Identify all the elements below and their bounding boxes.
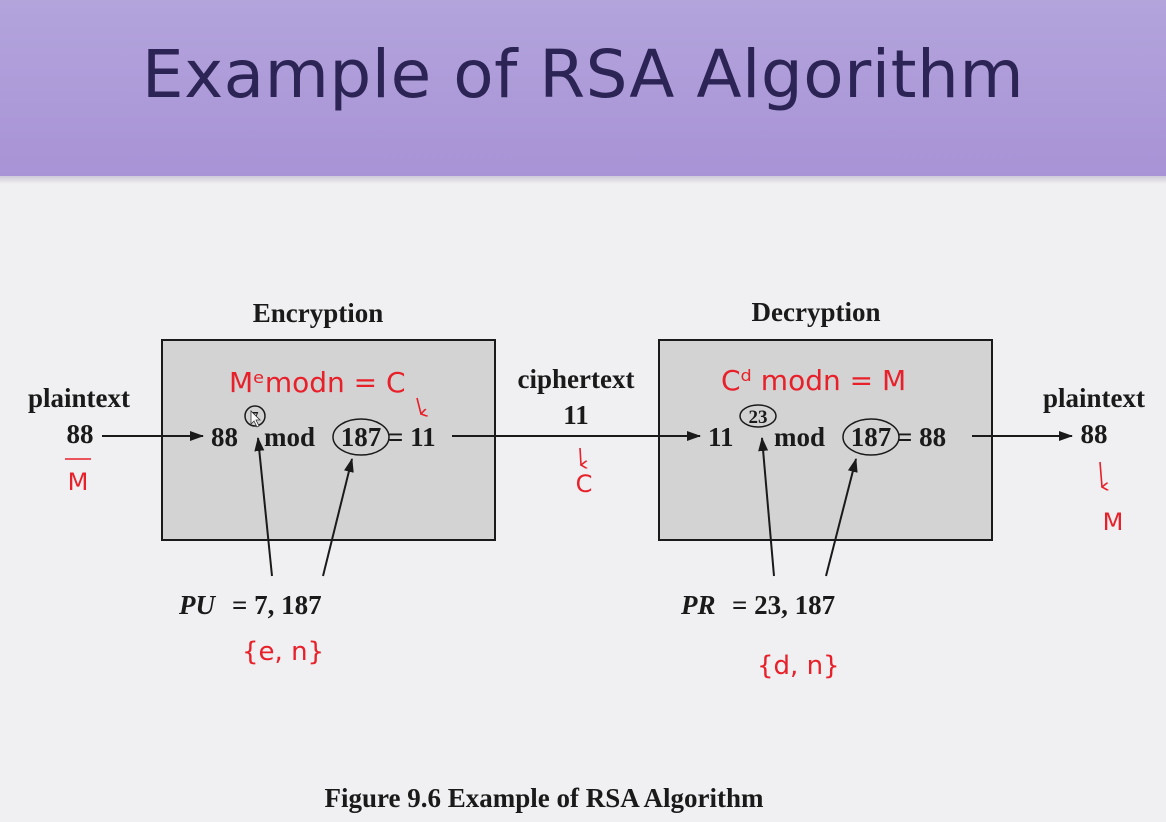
- cipher-down-arrow: [579, 447, 581, 465]
- dec-mod-word: mod: [774, 422, 825, 452]
- rsa-diagram: Encryption Decryption plaintext 88 88 7 …: [28, 297, 1145, 813]
- ciphertext-value: 11: [563, 400, 589, 430]
- enc-formula-annotation: Mᵉmodn = C: [229, 366, 406, 399]
- plaintext-m-annotation: M: [68, 468, 89, 496]
- pr-value: = 23, 187: [732, 590, 835, 620]
- left-plaintext-label: plaintext: [28, 383, 130, 413]
- dec-modulus: 187: [851, 422, 892, 452]
- pu-value: = 7, 187: [232, 590, 322, 620]
- output-m-annotation: M: [1103, 508, 1124, 536]
- pu-pair-annotation: {e, n}: [242, 637, 324, 667]
- pr-pair-annotation: {d, n}: [757, 651, 840, 681]
- enc-result: = 11: [388, 422, 436, 452]
- figure-caption: Figure 9.6 Example of RSA Algorithm: [324, 783, 764, 813]
- right-plaintext-label: plaintext: [1043, 383, 1145, 413]
- cipher-c-annotation: C: [576, 470, 593, 498]
- dec-base: 11: [708, 422, 734, 452]
- encryption-heading: Encryption: [253, 298, 384, 328]
- pr-label: PR: [680, 590, 716, 620]
- dec-exponent: 23: [749, 407, 768, 428]
- dec-result: = 88: [897, 422, 946, 452]
- enc-mod-word: mod: [264, 422, 315, 452]
- ciphertext-label: ciphertext: [518, 364, 635, 394]
- pu-label: PU: [178, 590, 216, 620]
- decryption-heading: Decryption: [752, 297, 881, 327]
- right-plaintext-value: 88: [1081, 419, 1108, 449]
- enc-base: 88: [211, 422, 238, 452]
- left-plaintext-value: 88: [67, 419, 94, 449]
- enc-modulus: 187: [341, 422, 382, 452]
- dec-formula-annotation: Cᵈ modn = M: [721, 364, 906, 397]
- output-down-arrow: [1099, 461, 1102, 487]
